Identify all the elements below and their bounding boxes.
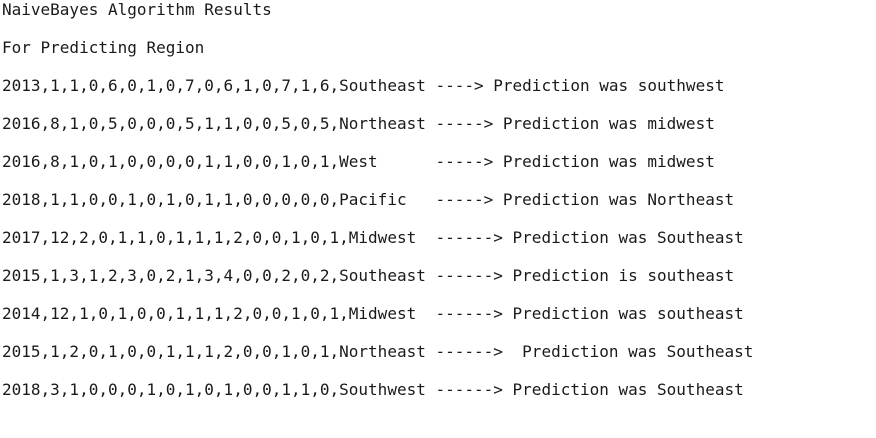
results-document: NaiveBayes Algorithm Results For Predict… (2, 0, 874, 418)
result-line-1: 2013,1,1,0,6,0,1,0,7,0,6,1,0,7,1,6,South… (2, 76, 725, 95)
result-line-5: 2017,12,2,0,1,1,0,1,1,1,2,0,0,1,0,1,Midw… (2, 228, 744, 247)
result-line-6: 2015,1,3,1,2,3,0,2,1,3,4,0,0,2,0,2,South… (2, 266, 735, 285)
result-line-3: 2016,8,1,0,1,0,0,0,0,1,1,0,0,1,0,1,West … (2, 152, 715, 171)
result-line-7: 2014,12,1,0,1,0,0,1,1,1,2,0,0,1,0,1,Midw… (2, 304, 744, 323)
result-line-8: 2015,1,2,0,1,0,0,1,1,1,2,0,0,1,0,1,North… (2, 342, 754, 361)
result-line-9: 2018,3,1,0,0,0,1,0,1,0,1,0,0,1,1,0,South… (2, 380, 744, 399)
document-title: NaiveBayes Algorithm Results (2, 0, 272, 19)
document-subtitle: For Predicting Region (2, 38, 205, 57)
result-line-2: 2016,8,1,0,5,0,0,0,5,1,1,0,0,5,0,5,North… (2, 114, 715, 133)
result-line-4: 2018,1,1,0,0,1,0,1,0,1,1,0,0,0,0,0,Pacif… (2, 190, 735, 209)
